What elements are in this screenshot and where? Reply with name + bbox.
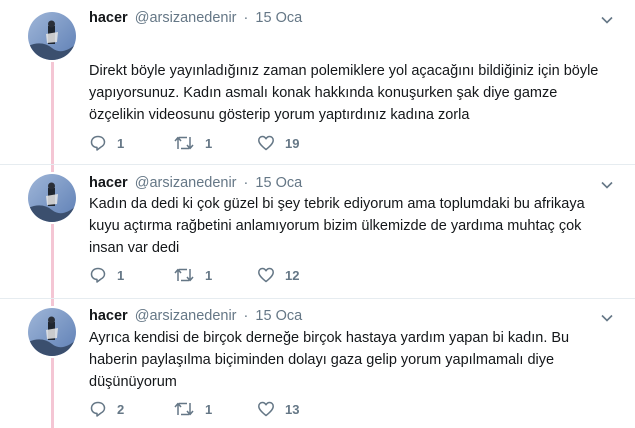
heart-icon xyxy=(258,135,274,151)
author-name[interactable]: hacer xyxy=(89,308,128,324)
like-count: 12 xyxy=(285,267,300,283)
retweet-count: 1 xyxy=(205,135,213,151)
tweet-text: Ayrıca kendisi de birçok derneğe birçok … xyxy=(89,330,570,390)
chevron-down-icon[interactable] xyxy=(599,310,615,326)
avatar[interactable] xyxy=(28,308,76,356)
retweet-icon xyxy=(174,268,194,282)
reply-count: 1 xyxy=(117,267,125,283)
avatar-image xyxy=(28,174,76,222)
tweet-header: hacer @arsizanedenir · 15 Oca xyxy=(89,175,302,191)
tweet-actions: 1 1 19 xyxy=(89,134,299,152)
like-button[interactable]: 13 xyxy=(257,400,299,418)
reply-count: 1 xyxy=(117,135,125,151)
tweet[interactable]: hacer @arsizanedenir · 15 Oca Direkt böy… xyxy=(0,0,635,164)
tweet[interactable]: hacer @arsizanedenir · 15 Oca Kadın da d… xyxy=(0,165,635,299)
tweet-text: Kadın da dedi ki çok güzel bi şey tebrik… xyxy=(89,196,585,256)
tweet[interactable]: hacer @arsizanedenir · 15 Oca Ayrıca ken… xyxy=(0,299,635,428)
chevron-down-icon[interactable] xyxy=(599,177,615,193)
retweet-button[interactable]: 1 xyxy=(173,266,257,284)
avatar[interactable] xyxy=(28,174,76,222)
tweet-date[interactable]: 15 Oca xyxy=(255,10,302,26)
retweet-count: 1 xyxy=(205,401,213,417)
like-button[interactable]: 12 xyxy=(257,266,299,284)
avatar[interactable] xyxy=(28,12,76,60)
tweet-header: hacer @arsizanedenir · 15 Oca xyxy=(89,308,302,324)
separator-dot: · xyxy=(243,308,249,324)
author-handle[interactable]: @arsizanedenir xyxy=(135,308,237,324)
separator-dot: · xyxy=(243,175,249,191)
author-handle[interactable]: @arsizanedenir xyxy=(135,10,237,26)
retweet-count: 1 xyxy=(205,267,213,283)
retweet-icon xyxy=(174,136,194,150)
avatar-image xyxy=(28,308,76,356)
tweet-header: hacer @arsizanedenir · 15 Oca xyxy=(89,10,302,26)
like-button[interactable]: 19 xyxy=(257,134,299,152)
author-name[interactable]: hacer xyxy=(89,10,128,26)
tweet-date[interactable]: 15 Oca xyxy=(255,308,302,324)
tweet-text: Direkt böyle yayınladığınız zaman polemi… xyxy=(89,63,599,123)
reply-button[interactable]: 2 xyxy=(89,400,173,418)
author-name[interactable]: hacer xyxy=(89,175,128,191)
like-count: 19 xyxy=(285,135,300,151)
avatar-image xyxy=(28,12,76,60)
like-count: 13 xyxy=(285,401,300,417)
separator-dot: · xyxy=(243,10,249,26)
reply-icon xyxy=(90,135,106,151)
author-handle[interactable]: @arsizanedenir xyxy=(135,175,237,191)
heart-icon xyxy=(258,267,274,283)
reply-button[interactable]: 1 xyxy=(89,134,173,152)
reply-count: 2 xyxy=(117,401,125,417)
reply-icon xyxy=(90,267,106,283)
tweet-actions: 1 1 12 xyxy=(89,266,299,284)
reply-icon xyxy=(90,401,106,417)
reply-button[interactable]: 1 xyxy=(89,266,173,284)
chevron-down-icon[interactable] xyxy=(599,12,615,28)
retweet-button[interactable]: 1 xyxy=(173,400,257,418)
heart-icon xyxy=(258,401,274,417)
retweet-button[interactable]: 1 xyxy=(173,134,257,152)
tweet-actions: 2 1 13 xyxy=(89,400,299,418)
retweet-icon xyxy=(174,402,194,416)
tweet-date[interactable]: 15 Oca xyxy=(255,175,302,191)
